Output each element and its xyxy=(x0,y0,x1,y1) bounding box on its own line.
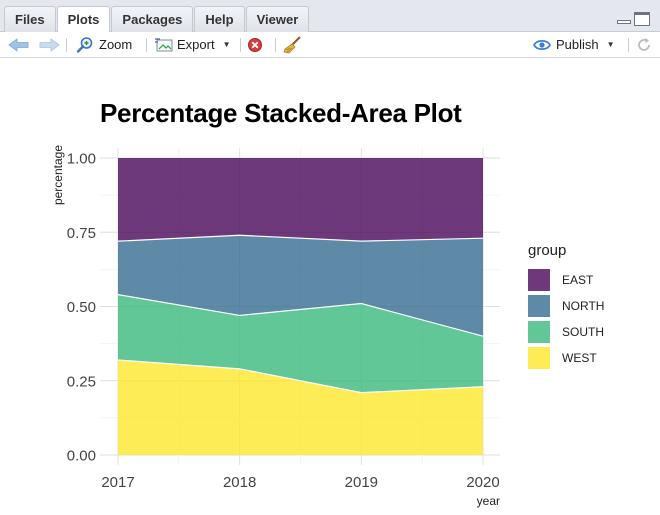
x-tick-label: 2020 xyxy=(466,474,499,491)
area-east xyxy=(118,158,483,242)
legend-title: group xyxy=(528,242,567,259)
x-axis-title: year xyxy=(477,494,500,508)
y-tick-label: 0.00 xyxy=(67,448,96,465)
legend-swatch-west xyxy=(528,347,550,369)
y-tick-label: 0.50 xyxy=(67,299,96,316)
y-tick-label: 0.75 xyxy=(67,225,96,242)
legend-label-west: WEST xyxy=(562,351,597,365)
y-axis-title: percentage xyxy=(51,145,65,205)
legend-swatch-north xyxy=(528,295,550,317)
x-tick-label: 2018 xyxy=(223,474,256,491)
legend-item-west: WEST xyxy=(528,347,597,369)
legend-swatch-east xyxy=(528,269,550,291)
legend-label-north: NORTH xyxy=(562,299,605,313)
x-tick-label: 2017 xyxy=(101,474,134,491)
y-tick-label: 1.00 xyxy=(67,151,96,168)
x-tick-label: 2019 xyxy=(345,474,378,491)
legend-item-south: SOUTH xyxy=(528,321,604,343)
legend-label-south: SOUTH xyxy=(562,325,604,339)
legend-label-east: EAST xyxy=(562,273,594,287)
legend-item-east: EAST xyxy=(528,269,593,291)
legend-swatch-south xyxy=(528,321,550,343)
legend-item-north: NORTH xyxy=(528,295,604,317)
y-tick-label: 0.25 xyxy=(67,373,96,390)
